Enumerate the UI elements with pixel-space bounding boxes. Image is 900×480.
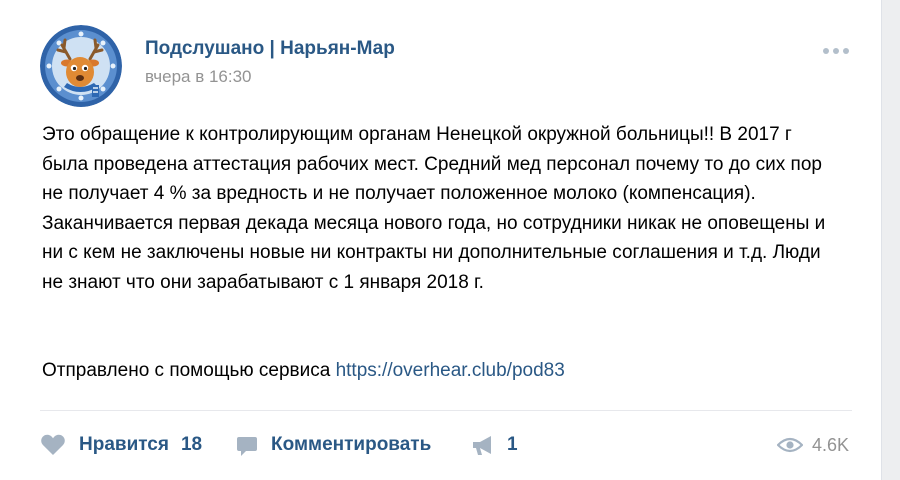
divider <box>40 410 852 411</box>
share-button[interactable]: 1 <box>471 428 518 462</box>
eye-icon <box>777 437 803 453</box>
views-count: 4.6K <box>812 434 850 455</box>
community-avatar[interactable] <box>40 25 122 107</box>
comment-button[interactable]: Комментировать <box>236 428 431 462</box>
like-label: Нравится <box>79 434 169 455</box>
comment-icon <box>237 437 257 456</box>
reindeer-avatar-icon <box>40 25 122 107</box>
like-count: 18 <box>180 434 203 455</box>
more-options-button[interactable] <box>818 40 854 60</box>
source-line: Отправлено с помощью сервиса https://ove… <box>42 356 565 385</box>
comment-label: Комментировать <box>271 434 432 455</box>
like-button[interactable]: Нравится 18 <box>40 428 202 462</box>
source-link[interactable]: https://overhear.club/pod83 <box>336 360 565 381</box>
more-dots-icon <box>823 48 829 54</box>
megaphone-icon <box>473 436 491 455</box>
more-dot <box>833 48 839 54</box>
post-text: Это обращение к контролирующим органам Н… <box>42 120 842 297</box>
source-prefix: Отправлено с помощью сервиса <box>42 360 331 381</box>
post-card: Подслушано | Нарьян-Мар вчера в 16:30 Эт… <box>0 0 882 480</box>
heart-icon <box>41 434 65 455</box>
more-dot <box>843 48 849 54</box>
share-count: 1 <box>507 434 518 455</box>
post-body: Это обращение к контролирующим органам Н… <box>42 124 826 293</box>
community-name-link[interactable]: Подслушано | Нарьян-Мар <box>145 38 395 60</box>
views-counter: 4.6K <box>777 430 849 460</box>
post-date[interactable]: вчера в 16:30 <box>145 67 252 87</box>
